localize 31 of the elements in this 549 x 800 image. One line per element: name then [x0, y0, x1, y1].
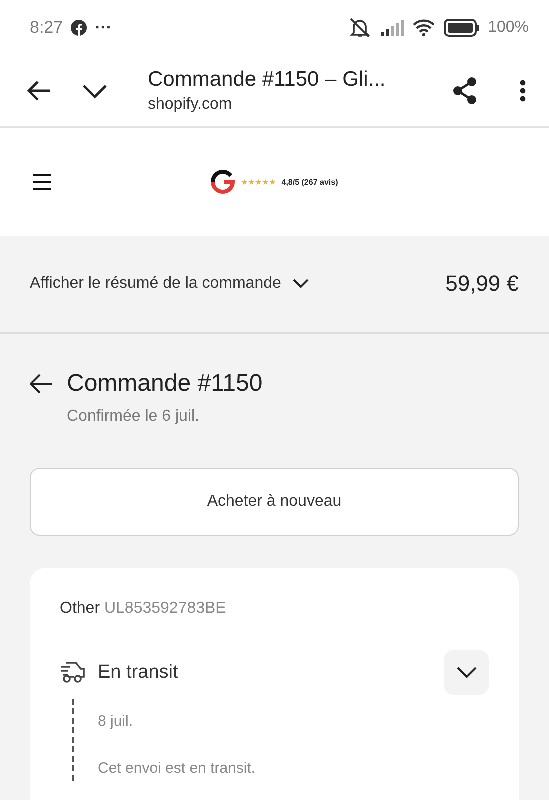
signal-icon: [380, 20, 404, 36]
store-logo: [210, 170, 235, 194]
collapse-button[interactable]: [82, 82, 108, 98]
wifi-icon: [412, 18, 436, 36]
battery-percent: 100%: [488, 18, 529, 36]
muted-bell-icon: [348, 16, 372, 38]
battery-icon: [444, 18, 480, 36]
rating-text: 4,8/5 (267 avis): [282, 178, 338, 186]
clock-time: 8:27: [30, 18, 64, 38]
chevron-icon: [456, 666, 476, 678]
order-total: 59,99 €: [446, 271, 519, 297]
page-title: Commande #1150 – Gli...: [148, 68, 387, 92]
menu-button[interactable]: [32, 173, 52, 191]
expand-button[interactable]: [444, 650, 489, 695]
order-title: Commande #1150: [67, 370, 263, 398]
share-button[interactable]: [451, 76, 479, 106]
shipment-status: En transit: [98, 662, 180, 684]
back-button[interactable]: [30, 374, 53, 394]
truck-icon: [60, 662, 86, 684]
confirmation-date: Confirmée le 6 juil.: [67, 408, 200, 426]
page-domain: shopify.com: [148, 96, 234, 114]
back-button[interactable]: [26, 80, 52, 102]
menu-button[interactable]: [519, 78, 527, 102]
more-notifications: ···: [95, 18, 112, 38]
tracking-number: Other UL853592783BE: [60, 600, 228, 618]
show-summary-toggle[interactable]: Afficher le résumé de la commande: [30, 275, 446, 293]
event-message: Cet envoi est en transit.: [98, 759, 257, 779]
star-rating: ★★★★★: [240, 178, 276, 186]
event-date: 8 juil.: [98, 712, 134, 730]
reorder-button[interactable]: Acheter à nouveau: [30, 468, 519, 536]
facebook-icon: [71, 20, 88, 36]
